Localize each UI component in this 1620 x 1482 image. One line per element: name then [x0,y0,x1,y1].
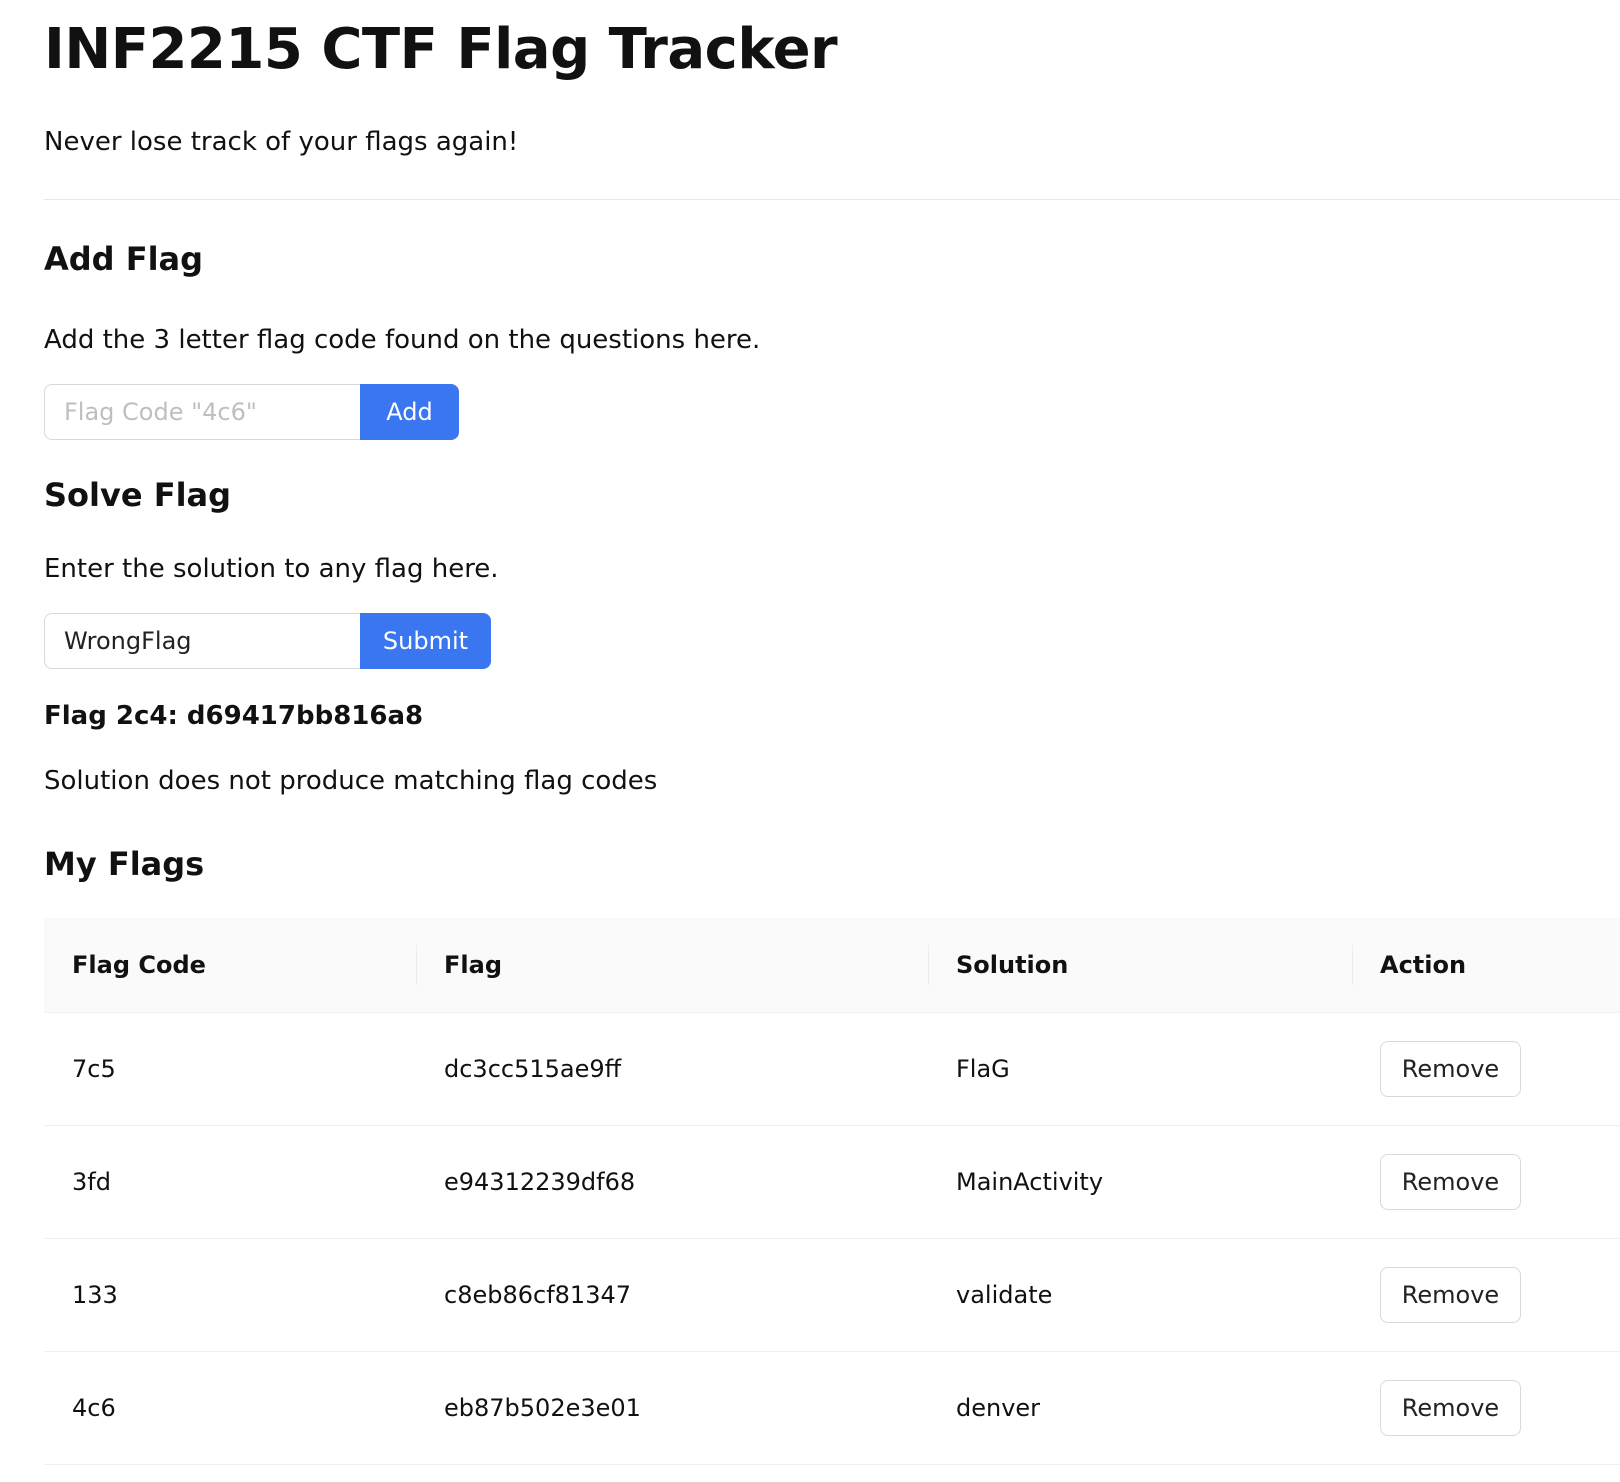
flag-result: Flag 2c4: d69417bb816a8 [44,701,424,731]
remove-flag-button[interactable]: Remove [1380,1153,1521,1210]
flag-code-cell: 133 [44,1238,416,1352]
column-header-flag: Flag [416,918,928,1013]
solve-flag-heading: Solve Flag [44,476,232,514]
solution-cell: MainActivity [928,1125,1352,1239]
flag-value-cell: dc3cc515ae9ff [416,1012,928,1126]
header-divider [44,199,1620,200]
add-flag-button[interactable]: Add [360,384,459,440]
flags-table: Flag Code Flag Solution Action 7c5 dc3cc… [44,918,1620,1465]
page-title: INF2215 CTF Flag Tracker [44,17,838,82]
flag-value-cell: eb87b502e3e01 [416,1351,928,1465]
remove-flag-button[interactable]: Remove [1380,1379,1521,1436]
flag-code-cell: 7c5 [44,1012,416,1126]
table-row: 3fd e94312239df68 MainActivity Remove [44,1125,1620,1239]
solve-flag-description: Enter the solution to any flag here. [44,554,499,584]
column-header-action: Action [1352,918,1620,1013]
add-flag-form: Add [44,384,459,440]
flag-code-cell: 4c6 [44,1351,416,1465]
action-cell: Remove [1352,1238,1620,1352]
action-cell: Remove [1352,1012,1620,1126]
flag-value-cell: e94312239df68 [416,1125,928,1239]
solution-input[interactable] [44,613,360,669]
table-header-row: Flag Code Flag Solution Action [44,918,1620,1013]
solution-cell: FlaG [928,1012,1352,1126]
solve-flag-form: Submit [44,613,491,669]
page-tagline: Never lose track of your flags again! [44,127,519,157]
column-header-flag-code: Flag Code [44,918,416,1013]
submit-solution-button[interactable]: Submit [360,613,491,669]
table-row: 133 c8eb86cf81347 validate Remove [44,1238,1620,1352]
table-row: 7c5 dc3cc515ae9ff FlaG Remove [44,1012,1620,1126]
column-header-solution: Solution [928,918,1352,1013]
table-row: 4c6 eb87b502e3e01 denver Remove [44,1351,1620,1465]
solve-status-message: Solution does not produce matching flag … [44,766,658,796]
my-flags-heading: My Flags [44,845,205,883]
add-flag-description: Add the 3 letter flag code found on the … [44,325,761,355]
flag-code-cell: 3fd [44,1125,416,1239]
action-cell: Remove [1352,1125,1620,1239]
remove-flag-button[interactable]: Remove [1380,1266,1521,1323]
add-flag-heading: Add Flag [44,240,204,278]
flag-value-cell: c8eb86cf81347 [416,1238,928,1352]
action-cell: Remove [1352,1351,1620,1465]
solution-cell: denver [928,1351,1352,1465]
flag-code-input[interactable] [44,384,360,440]
solution-cell: validate [928,1238,1352,1352]
remove-flag-button[interactable]: Remove [1380,1040,1521,1097]
